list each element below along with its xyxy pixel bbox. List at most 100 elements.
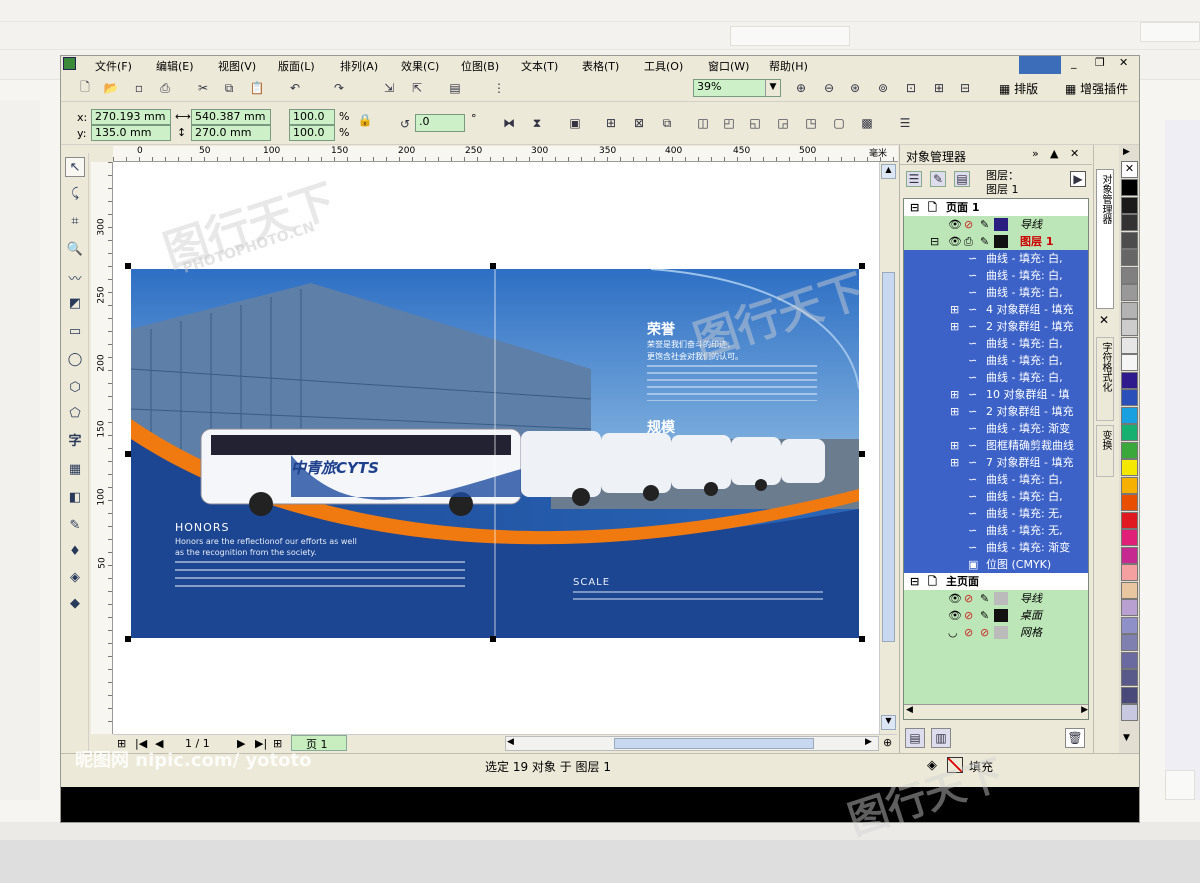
palette-scroll-up-icon[interactable]: ▶ [1123, 147, 1130, 157]
color-swatch[interactable] [1121, 494, 1138, 511]
width-field[interactable]: 540.387 mm [191, 109, 271, 125]
pen-icon[interactable]: ✎ [980, 233, 989, 250]
new-doc-icon[interactable]: 🗋 [77, 80, 93, 96]
combine-icon[interactable]: ◫ [695, 115, 711, 131]
add-page-icon[interactable]: ⊞ [117, 737, 126, 750]
color-swatch[interactable] [1121, 686, 1138, 704]
y-position-field[interactable]: 135.0 mm [91, 125, 171, 141]
color-swatch[interactable] [1121, 406, 1138, 424]
tab-character-format[interactable]: 字符格式化 [1096, 337, 1114, 421]
mirror-v-icon[interactable]: ⧗ [529, 115, 545, 131]
table-tool-icon[interactable]: ▦ [65, 459, 85, 479]
expand-icon[interactable]: ⊞ [950, 403, 959, 420]
tree-object-row[interactable]: ⊞ ∽ 2 对象群组 - 填充 [904, 403, 1088, 420]
ungroup-icon[interactable]: ⊠ [631, 115, 647, 131]
outline-tool-icon[interactable]: ♦ [65, 541, 85, 561]
zoom-width-icon[interactable]: ⊞ [931, 80, 947, 96]
color-swatch[interactable] [1121, 301, 1138, 319]
weld-icon[interactable]: ◰ [721, 115, 737, 131]
ungroup-all-icon[interactable]: ⧉ [659, 115, 675, 131]
zoom-selected-icon[interactable]: ⊛ [847, 80, 863, 96]
menu-bitmaps[interactable]: 位图(B) [461, 58, 499, 74]
menu-arrange[interactable]: 排列(A) [340, 58, 378, 74]
scroll-right-icon[interactable]: ▶ [865, 737, 872, 747]
launcher-icon[interactable]: ▤ [447, 80, 463, 96]
docker-close-icon[interactable]: ✕ [1070, 147, 1079, 160]
tree-object-row[interactable]: ∽ 曲线 - 填充: 白, [904, 335, 1088, 352]
tree-object-row[interactable]: ∽ 曲线 - 填充: 无, [904, 505, 1088, 522]
menu-window[interactable]: 窗口(W) [708, 58, 749, 74]
palette-scroll-down-icon[interactable]: ▼ [1123, 733, 1130, 743]
pen-icon[interactable]: ✎ [980, 216, 989, 233]
menu-edit[interactable]: 编辑(E) [156, 58, 194, 74]
horizontal-scrollbar[interactable] [505, 736, 879, 751]
scroll-up-icon[interactable]: ▲ [881, 164, 896, 179]
front-minus-back-icon[interactable]: ▢ [831, 115, 847, 131]
tree-master-guides[interactable]: 👁 ⊘ ✎ 导线 [904, 590, 1088, 607]
eyedropper-icon[interactable]: ✎ [65, 515, 85, 535]
pen-off-icon[interactable]: ⊘ [980, 624, 989, 641]
menu-effects[interactable]: 效果(C) [401, 58, 439, 74]
tree-object-row[interactable]: ∽ 曲线 - 填充: 白, [904, 471, 1088, 488]
color-swatch[interactable] [1121, 459, 1138, 476]
text-tool-icon[interactable]: 字 [65, 429, 85, 449]
tree-scroll-left-icon[interactable]: ◀ [906, 705, 913, 715]
color-swatch[interactable] [1121, 634, 1138, 651]
zoom-in-icon[interactable]: ⊕ [793, 80, 809, 96]
lock-ratio-icon[interactable]: 🔒 [357, 112, 373, 128]
collapse-icon[interactable]: ⊟ [910, 573, 919, 590]
menu-file[interactable]: 文件(F) [95, 58, 132, 74]
next-page-icon[interactable]: ▶ [237, 737, 245, 750]
color-swatch[interactable] [1121, 529, 1138, 546]
color-swatch[interactable] [1121, 511, 1138, 529]
smart-fill-icon[interactable]: ◩ [65, 293, 85, 313]
boundary-icon[interactable]: ☰ [897, 115, 913, 131]
color-swatch[interactable] [1121, 231, 1138, 249]
tree-object-row[interactable]: ⊞ ∽ 2 对象群组 - 填充 [904, 318, 1088, 335]
scroll-down-icon[interactable]: ▼ [881, 715, 896, 730]
first-page-icon[interactable]: |◀ [135, 737, 147, 750]
tree-object-row[interactable]: ⊞ ∽ 7 对象群组 - 填充 [904, 454, 1088, 471]
paste-icon[interactable]: 📋 [249, 80, 265, 96]
color-swatch[interactable] [1121, 564, 1138, 581]
scroll-thumb[interactable] [882, 272, 895, 642]
tree-scroll-right-icon[interactable]: ▶ [1081, 705, 1088, 715]
print-off-icon[interactable]: ⊘ [964, 590, 973, 607]
tree-layer1[interactable]: ⊟ 👁 ⎙ ✎ 图层 1 [904, 233, 1088, 250]
minimize-icon[interactable]: _ [1071, 56, 1077, 69]
no-fill-swatch[interactable] [947, 757, 963, 773]
color-swatch[interactable] [1121, 546, 1138, 564]
color-swatch[interactable] [1121, 704, 1138, 721]
trim-icon[interactable]: ◱ [747, 115, 763, 131]
copy-icon[interactable]: ⧉ [221, 80, 237, 96]
scale-height-field[interactable]: 100.0 [289, 125, 335, 141]
color-swatch[interactable] [1121, 441, 1138, 459]
pen-icon[interactable]: ✎ [980, 590, 989, 607]
expand-icon[interactable]: ⊞ [950, 437, 959, 454]
color-swatch[interactable] [1121, 616, 1138, 634]
angle-field[interactable]: .0 [415, 114, 465, 132]
intersect-icon[interactable]: ◲ [775, 115, 791, 131]
menu-layout[interactable]: 版面(L) [278, 58, 315, 74]
open-icon[interactable]: 📂 [103, 80, 119, 96]
eye-icon[interactable]: 👁 [948, 216, 962, 233]
ellipse-tool-icon[interactable]: ◯ [65, 349, 85, 369]
tab-object-manager[interactable]: 对象管理器 [1096, 169, 1114, 309]
tree-object-row[interactable]: ∽ 曲线 - 填充: 无, [904, 522, 1088, 539]
tab-close-icon[interactable]: ✕ [1099, 313, 1109, 327]
color-swatch[interactable] [1121, 389, 1138, 406]
tab-transform[interactable]: 变换 [1096, 425, 1114, 477]
show-properties-icon[interactable]: ☰ [906, 171, 922, 187]
options-icon[interactable]: ⋮ [491, 80, 507, 96]
menu-tools[interactable]: 工具(O) [644, 58, 683, 74]
collapse-icon[interactable]: ⊟ [930, 233, 939, 250]
new-master-layer-icon[interactable]: ▥ [931, 728, 951, 748]
add-page-after-icon[interactable]: ⊞ [273, 737, 282, 750]
zoom-height-icon[interactable]: ⊟ [957, 80, 973, 96]
color-swatch[interactable] [1121, 266, 1138, 284]
color-swatch[interactable] [1121, 651, 1138, 669]
height-field[interactable]: 270.0 mm [191, 125, 271, 141]
page-tab[interactable]: 页 1 [291, 735, 347, 751]
tree-object-row[interactable]: ∽ 曲线 - 填充: 白, [904, 250, 1088, 267]
tree-master-page[interactable]: ⊟ 🗋 主页面 [904, 573, 1088, 590]
